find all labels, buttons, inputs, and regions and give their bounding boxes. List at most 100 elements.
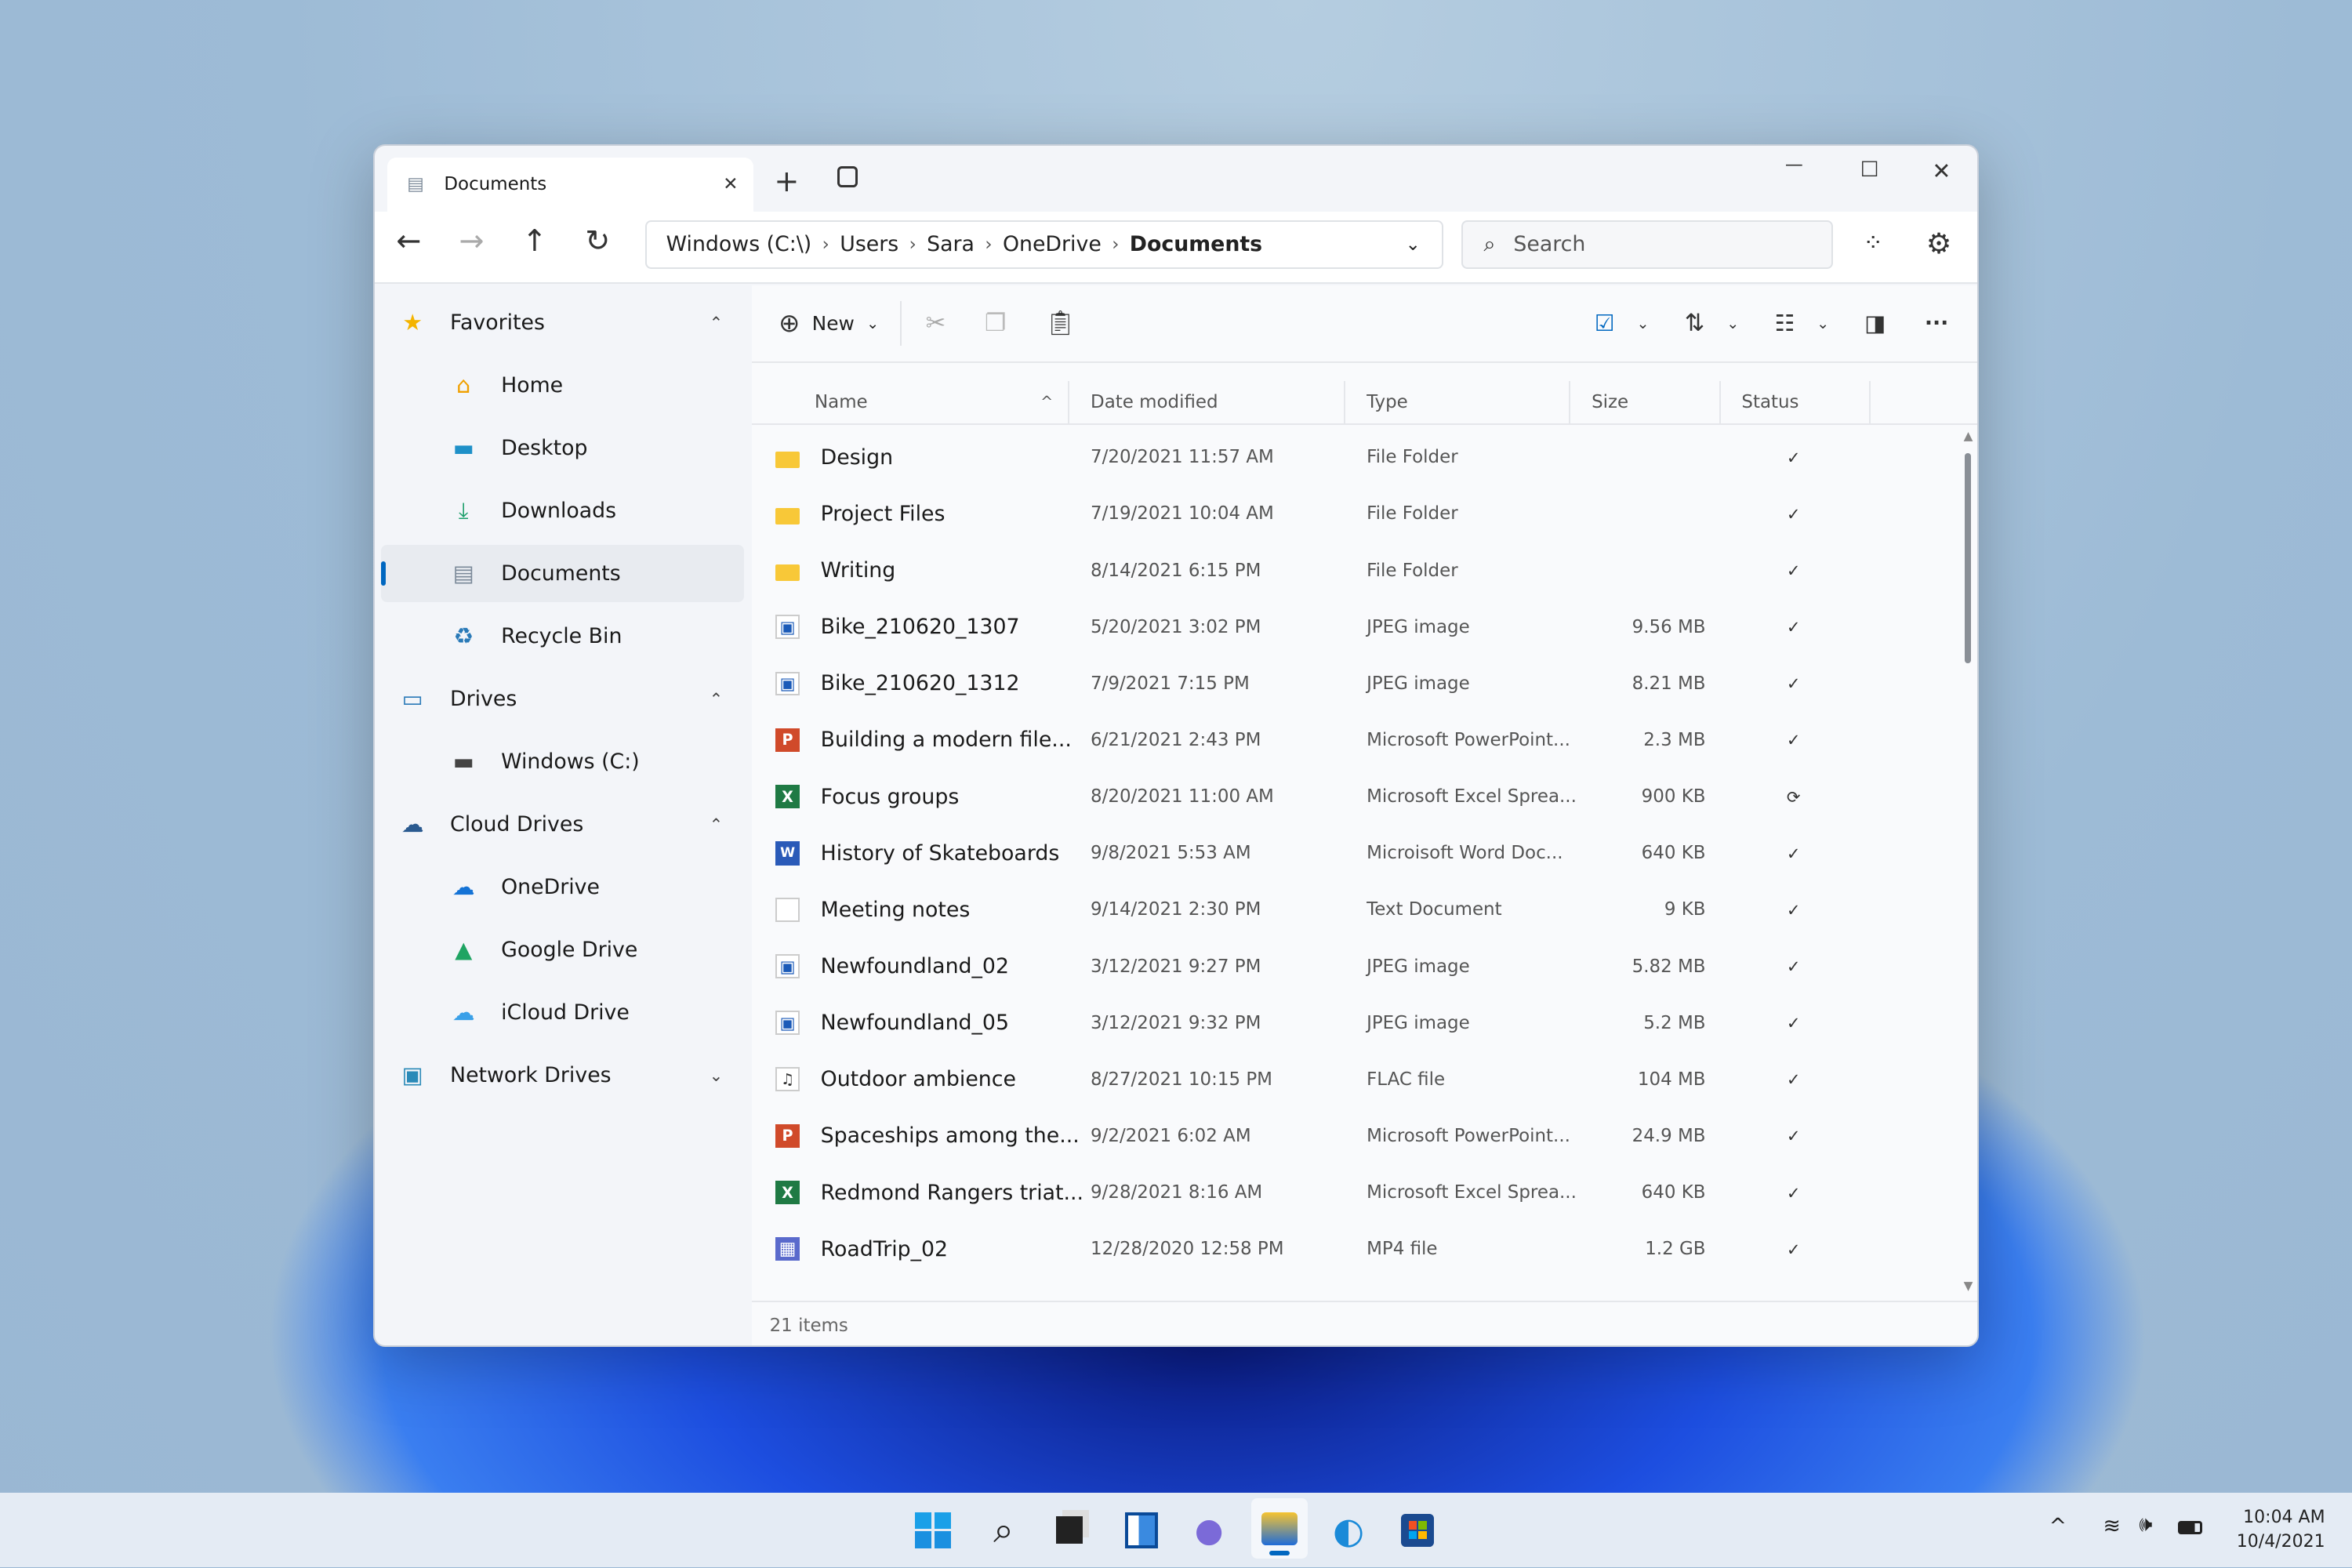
maximize-button[interactable]: ☐ — [1860, 158, 1879, 182]
battery-icon[interactable] — [2178, 1521, 2202, 1535]
file-name: Focus groups — [820, 784, 960, 809]
file-row[interactable]: Design 7/20/2021 11:57 AM File Folder ✓ — [752, 429, 1952, 485]
sync-status-icon[interactable]: ⁘ — [1863, 230, 1883, 257]
volume-icon[interactable]: 🕪︎ — [2139, 1512, 2152, 1537]
chevron-up-icon[interactable]: ⌃ — [710, 815, 724, 834]
sidebar-item-desktop[interactable]: ▬ Desktop — [381, 419, 744, 477]
back-button[interactable]: ← — [396, 223, 421, 259]
close-tab-icon[interactable]: ✕ — [723, 174, 738, 194]
minimize-button[interactable]: — — [1785, 154, 1803, 175]
file-row[interactable]: X Redmond Rangers triat... 9/28/2021 8:16 … — [752, 1164, 1952, 1221]
chat-icon[interactable]: ● — [1185, 1506, 1233, 1554]
column-header-type[interactable]: Type — [1348, 381, 1571, 423]
date-modified: 12/28/2020 12:58 PM — [1091, 1239, 1284, 1260]
chevron-down-icon[interactable]: ⌄ — [1817, 314, 1829, 332]
sidebar-item-network-drives[interactable]: ▣ Network Drives ⌄ — [381, 1047, 744, 1104]
chevron-down-icon[interactable]: ⌄ — [1406, 234, 1421, 255]
file-size: 8.21 MB — [1632, 673, 1706, 694]
file-row[interactable]: Project Files 7/19/2021 10:04 AM File Fold… — [752, 485, 1952, 542]
up-button[interactable]: ↑ — [522, 223, 547, 259]
chevron-down-icon[interactable]: ⌄ — [710, 1065, 724, 1085]
sidebar-item-favorites[interactable]: ★ Favorites ⌃ — [381, 294, 744, 351]
sidebar-item-cloud-drives[interactable]: ☁ Cloud Drives ⌃ — [381, 796, 744, 853]
widgets-icon[interactable] — [1117, 1506, 1165, 1554]
view-icon[interactable]: ☷ — [1775, 310, 1795, 336]
file-explorer-icon[interactable] — [1250, 1498, 1308, 1559]
sidebar-item-google-drive[interactable]: ▲ Google Drive — [381, 921, 744, 978]
close-window-button[interactable]: ✕ — [1932, 158, 1951, 184]
chevron-up-icon[interactable]: ⌃ — [710, 313, 724, 332]
settings-gear-icon[interactable]: ⚙ — [1926, 227, 1952, 260]
sidebar-item-drives[interactable]: ▭ Drives ⌃ — [381, 670, 744, 728]
edge-icon[interactable]: ◐ — [1324, 1506, 1372, 1554]
breadcrumb-item[interactable]: OneDrive — [1003, 232, 1102, 256]
document-icon: ▤ — [407, 174, 424, 195]
breadcrumb-item[interactable]: Users — [840, 232, 898, 256]
file-row[interactable]: W History of Skateboards 9/8/2021 5:53 AM M… — [752, 825, 1952, 881]
sidebar-item-downloads[interactable]: ⤓ Downloads — [381, 482, 744, 539]
file-row[interactable]: P Building a modern file... 6/21/2021 2:43… — [752, 712, 1952, 768]
breadcrumb-item[interactable]: Sara — [927, 232, 975, 256]
date-modified: 3/12/2021 9:32 PM — [1091, 1012, 1261, 1033]
clock[interactable]: 10:04 AM 10/4/2021 — [2220, 1506, 2325, 1554]
select-icon[interactable]: ☑ — [1595, 310, 1615, 336]
image-icon: ▣ — [775, 671, 800, 696]
cut-icon[interactable]: ✂ — [926, 310, 946, 337]
sidebar-item-recycle-bin[interactable]: ♻ Recycle Bin — [381, 608, 744, 665]
start-button[interactable] — [909, 1506, 956, 1554]
details-pane-icon[interactable]: ◨ — [1864, 310, 1886, 336]
onedrive-icon: ☁ — [452, 873, 475, 901]
chevron-down-icon[interactable]: ⌄ — [1636, 314, 1649, 332]
file-row[interactable]: ▦ RoadTrip_02 12/28/2020 12:58 PM MP4 file 1… — [752, 1221, 1952, 1277]
file-row[interactable]: P Spaceships among the... 9/2/2021 6:02 AM… — [752, 1108, 1952, 1164]
search-icon[interactable]: ⌕ — [979, 1506, 1027, 1554]
item-count: 21 items — [769, 1315, 848, 1336]
drive-icon: ▬ — [452, 748, 474, 775]
file-row[interactable]: ▣ Newfoundland_02 3/12/2021 9:27 PM JPEG im… — [752, 938, 1952, 994]
column-header-name[interactable]: Name ^ — [752, 381, 1070, 423]
file-row[interactable]: Writing 8/14/2021 6:15 PM File Folder ✓ — [752, 543, 1952, 599]
copy-icon[interactable]: ❐ — [985, 310, 1006, 337]
sort-icon[interactable]: ⇅ — [1685, 310, 1705, 337]
file-row[interactable]: ▣ Newfoundland_05 3/12/2021 9:32 PM JPEG im… — [752, 995, 1952, 1051]
sidebar-item-documents[interactable]: ▤ Documents — [381, 544, 745, 602]
file-row[interactable]: ▣ Bike_210620_1307 5/20/2021 3:02 PM JPEG i… — [752, 599, 1952, 655]
store-icon[interactable] — [1393, 1506, 1441, 1554]
search-input[interactable]: ⌕ Search — [1461, 220, 1834, 269]
column-header-size[interactable]: Size — [1573, 381, 1721, 423]
monitor-icon: ▭ — [401, 685, 423, 713]
sidebar-item-home[interactable]: ⌂ Home — [381, 357, 744, 414]
column-header-date[interactable]: Date modified — [1073, 381, 1346, 423]
wifi-icon[interactable]: ≋ — [2103, 1514, 2120, 1538]
scrollbar-thumb[interactable] — [1965, 452, 1972, 663]
sidebar-item-icloud-drive[interactable]: ☁ iCloud Drive — [381, 984, 744, 1041]
refresh-button[interactable]: ↻ — [585, 223, 610, 259]
new-tab-button[interactable]: + — [774, 164, 799, 199]
video-file-icon: ▦ — [775, 1236, 800, 1261]
show-hidden-icons[interactable]: ^ — [2049, 1514, 2067, 1538]
breadcrumb-item[interactable]: Windows (C:\) — [666, 232, 812, 256]
address-bar[interactable]: ⌄ Windows (C:\) › Users › Sara › OneDrive › Docu… — [644, 220, 1443, 269]
paste-icon[interactable]: 📋︎ — [1045, 310, 1076, 337]
column-header-status[interactable]: Status — [1723, 381, 1871, 423]
file-row[interactable]: ♫ Outdoor ambience 8/27/2021 10:15 PM FLAC … — [752, 1051, 1952, 1108]
sidebar-item-onedrive[interactable]: ☁ OneDrive — [381, 858, 744, 916]
file-row[interactable]: ▣ Bike_210620_1312 7/9/2021 7:15 PM JPEG im… — [752, 655, 1952, 712]
chevron-down-icon[interactable]: ⌄ — [866, 314, 879, 332]
tab-documents[interactable]: ▤ Documents ✕ — [387, 157, 753, 212]
tab-overview-icon[interactable] — [837, 166, 858, 188]
file-list: Design 7/20/2021 11:57 AM File Folder ✓ Proj… — [752, 429, 1952, 1293]
breadcrumb-item[interactable]: Documents — [1130, 232, 1262, 256]
scrollbar[interactable]: ▲ ▼ — [1961, 429, 1976, 1293]
forward-button[interactable]: → — [459, 223, 485, 259]
more-options-button[interactable]: ··· — [1925, 311, 1949, 336]
file-row[interactable]: X Focus groups 8/20/2021 11:00 AM Microsoft… — [752, 768, 1952, 825]
file-row[interactable]: Meeting notes 9/14/2021 2:30 PM Text Docum… — [752, 881, 1952, 938]
task-view-icon[interactable] — [1046, 1506, 1094, 1554]
synced-check-icon: ✓ — [1786, 956, 1801, 976]
new-button[interactable]: New — [812, 312, 855, 335]
chevron-up-icon[interactable]: ⌃ — [710, 689, 724, 709]
file-size: 24.9 MB — [1632, 1125, 1706, 1146]
sidebar-item-windows-c[interactable]: ▬ Windows (C:) — [381, 733, 744, 790]
chevron-down-icon[interactable]: ⌄ — [1726, 314, 1739, 332]
